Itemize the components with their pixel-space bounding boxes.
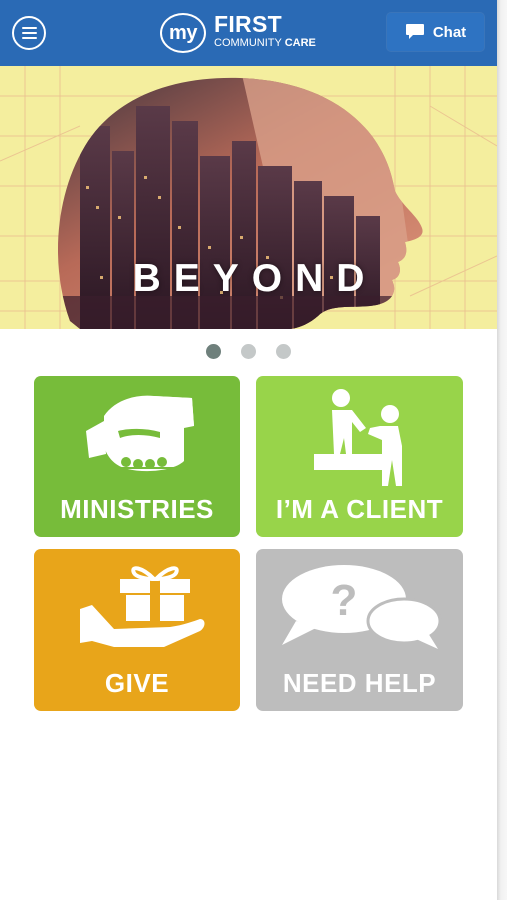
hamburger-menu-icon[interactable] bbox=[12, 16, 46, 50]
logo-first: FIRST bbox=[214, 11, 282, 37]
helping-hand-people-icon bbox=[314, 389, 402, 486]
top-header: my FIRST COMMUNITY CARE Chat bbox=[0, 0, 497, 66]
logo-community-care: COMMUNITY CARE bbox=[214, 37, 316, 49]
scrollbar-edge bbox=[497, 0, 507, 900]
svg-text:?: ? bbox=[331, 576, 358, 625]
carousel-indicators bbox=[0, 344, 497, 359]
tile-im-a-client[interactable]: I’M A CLIENT bbox=[256, 376, 463, 537]
question-speech-bubbles-icon: ? bbox=[282, 565, 442, 649]
app-screen: my FIRST COMMUNITY CARE Chat BEYOND MINI… bbox=[0, 0, 497, 900]
handshake-fist-icon bbox=[86, 395, 194, 472]
logo-care: CARE bbox=[284, 37, 316, 49]
carousel-dot-2[interactable] bbox=[241, 344, 256, 359]
tile-give-label: GIVE bbox=[104, 668, 170, 698]
gift-in-hand-icon bbox=[80, 566, 205, 647]
chat-button[interactable]: Chat bbox=[387, 13, 484, 51]
tile-give[interactable]: GIVE bbox=[34, 549, 240, 711]
app-logo[interactable]: my FIRST COMMUNITY CARE bbox=[160, 10, 336, 56]
logo-community: COMMUNITY bbox=[214, 37, 282, 49]
hero-title: BEYOND bbox=[0, 257, 497, 307]
tile-ministries-label: MINISTRIES bbox=[60, 494, 214, 524]
carousel-dot-1[interactable] bbox=[206, 344, 221, 359]
tile-need-help-label: NEED HELP bbox=[282, 668, 437, 698]
tile-need-help[interactable]: ? NEED HELP bbox=[256, 549, 463, 711]
carousel-dot-3[interactable] bbox=[276, 344, 291, 359]
chat-bubble-icon bbox=[405, 24, 424, 39]
hero-banner[interactable]: BEYOND bbox=[0, 66, 497, 329]
logo-my: my bbox=[160, 13, 206, 53]
hero-title-text: BEYOND bbox=[132, 257, 378, 300]
chat-label: Chat bbox=[432, 23, 467, 41]
tile-ministries[interactable]: MINISTRIES bbox=[34, 376, 240, 537]
tile-im-a-client-label: I’M A CLIENT bbox=[275, 494, 444, 524]
